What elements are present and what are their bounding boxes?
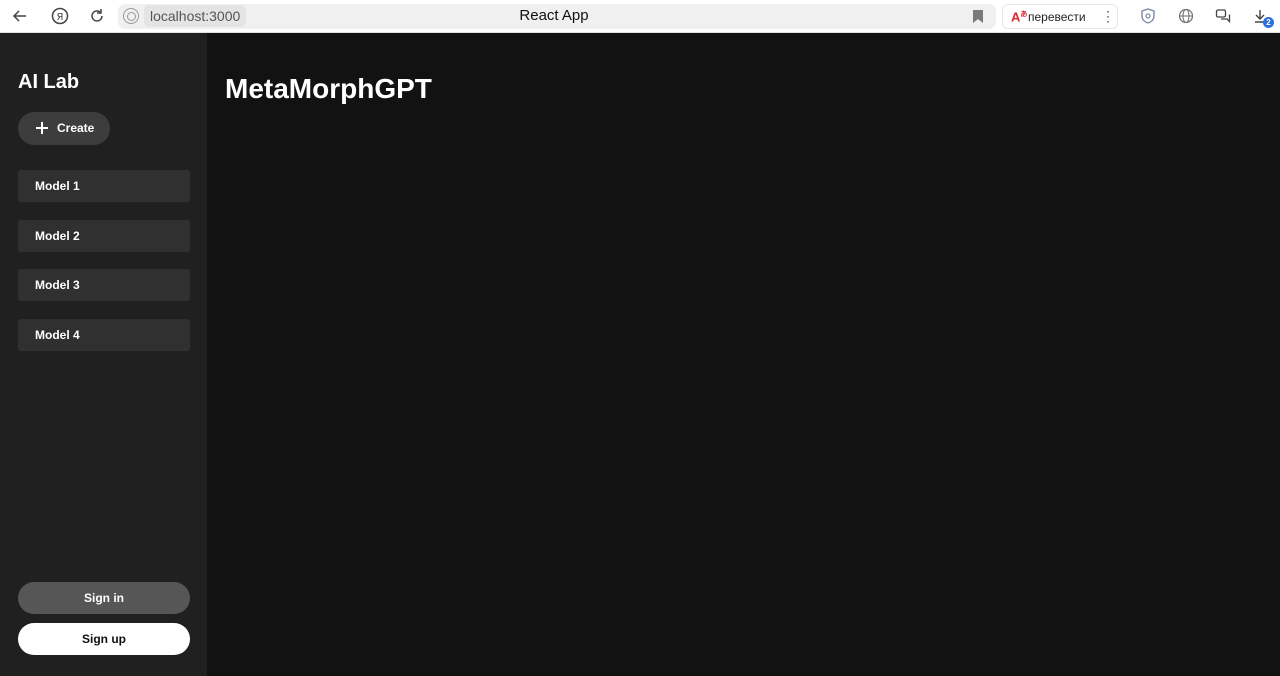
brand-title: AI Lab — [18, 71, 80, 93]
reload-icon[interactable] — [86, 5, 108, 27]
main-content: MetaMorphGPT — [207, 33, 1280, 676]
sidebar-item-model-1[interactable]: Model 1 — [18, 170, 190, 202]
shield-icon[interactable] — [1137, 5, 1159, 27]
sidebar-item-model-3[interactable]: Model 3 — [18, 269, 190, 302]
plus-icon — [36, 122, 48, 134]
sidebar: AI Lab Create Model 1 Model 2 Model 3 Mo… — [0, 33, 207, 676]
sign-in-button[interactable]: Sign in — [18, 582, 190, 614]
translate-icon: Aあ — [1011, 9, 1028, 25]
svg-text:Я: Я — [57, 12, 64, 23]
sidebar-item-model-2[interactable]: Model 2 — [18, 219, 190, 252]
create-button[interactable]: Create — [18, 112, 110, 145]
sign-up-button[interactable]: Sign up — [18, 623, 190, 655]
more-dots-icon[interactable]: ⋮ — [1101, 8, 1115, 25]
globe-icon[interactable] — [1175, 5, 1197, 27]
back-arrow-icon[interactable] — [9, 5, 31, 27]
page-title: React App — [519, 7, 589, 24]
create-label: Create — [57, 121, 95, 135]
url-host[interactable]: localhost:3000 — [144, 5, 247, 27]
yandex-logo-icon[interactable]: Я — [49, 5, 71, 27]
translate-button[interactable]: Aあ перевести ⋮ — [1002, 4, 1118, 29]
browser-toolbar: Я localhost:3000 React App Aあ перевести … — [0, 0, 1280, 33]
chat-bubbles-icon[interactable] — [1212, 5, 1234, 27]
sidebar-item-model-4[interactable]: Model 4 — [18, 318, 190, 351]
download-count-badge: 2 — [1263, 17, 1274, 28]
model-list: Model 1 Model 2 Model 3 Model 4 — [18, 170, 190, 368]
translate-label: перевести — [1028, 10, 1086, 24]
main-title: MetaMorphGPT — [225, 73, 432, 104]
site-info-icon[interactable] — [123, 8, 139, 24]
